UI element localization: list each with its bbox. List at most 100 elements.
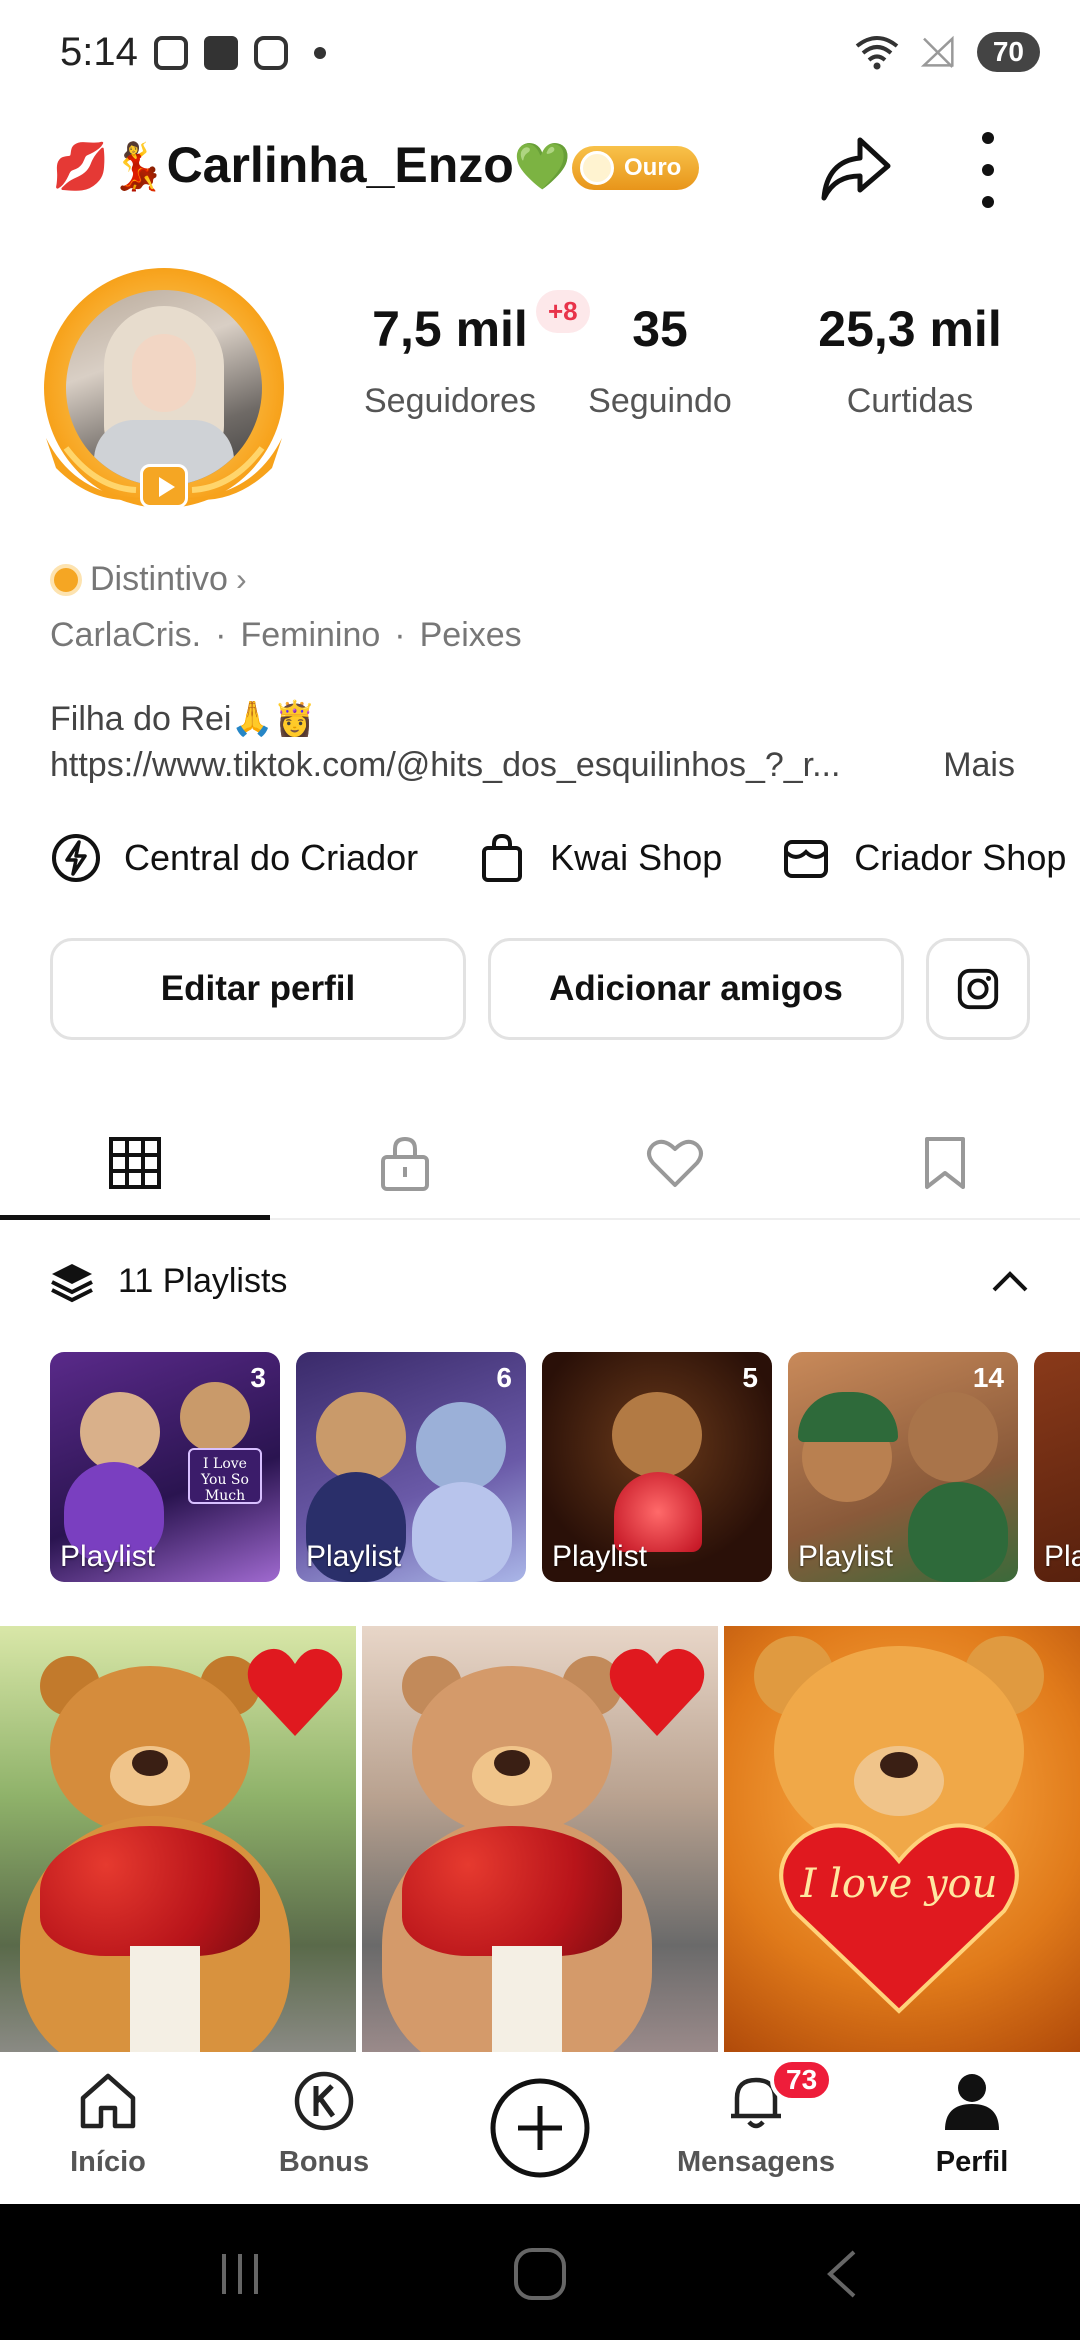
- zodiac-sign: Peixes: [419, 616, 522, 654]
- nav-profile-label: Perfil: [935, 2146, 1009, 2178]
- dancer-emoji: 💃: [109, 139, 167, 193]
- instagram-button[interactable]: [926, 938, 1030, 1040]
- bookmark-icon: [925, 1137, 965, 1189]
- playlist-card[interactable]: 5 Playlist: [542, 1352, 772, 1582]
- creator-shop-link[interactable]: Criador Shop: [780, 826, 1066, 890]
- creator-shop-label: Criador Shop: [854, 837, 1067, 878]
- bonus-k-icon: [294, 2071, 354, 2131]
- love-heart-text: I love you: [800, 1861, 998, 1907]
- system-navigation-bar: [0, 2204, 1080, 2340]
- likes-label: Curtidas: [846, 382, 974, 420]
- likes-stat[interactable]: 25,3 mil Curtidas: [800, 300, 1020, 421]
- profile-header: 💋💃Carlinha_Enzo💚 Ouro: [0, 120, 1080, 220]
- bio: Filha do Rei🙏👸 https://www.tiktok.com/@h…: [50, 696, 1050, 788]
- tab-liked[interactable]: [540, 1108, 810, 1218]
- shop-icon: [204, 36, 238, 70]
- instagram-icon: [957, 968, 999, 1010]
- chevron-up-icon[interactable]: [988, 1262, 1032, 1302]
- share-icon[interactable]: [816, 128, 896, 208]
- playlist-label: Playlist: [60, 1540, 156, 1573]
- tab-saved[interactable]: [810, 1108, 1080, 1218]
- playlist-card-sign: I Love You So Much: [188, 1448, 262, 1504]
- following-label: Seguindo: [588, 382, 732, 420]
- playlist-label: Playlist: [552, 1540, 648, 1573]
- profile-actions: Editar perfil Adicionar amigos: [50, 938, 1030, 1042]
- followers-stat[interactable]: 7,5 mil Seguidores +8: [340, 290, 590, 421]
- username-text: Carlinha_Enzo: [166, 137, 514, 193]
- lock-icon: [381, 1136, 429, 1191]
- level-badge-icon: [580, 151, 614, 185]
- home-icon: [80, 2073, 136, 2129]
- playlist-count: 14: [972, 1362, 1004, 1393]
- more-notifications-dot: [314, 47, 326, 59]
- shopping-bag-icon: [482, 833, 523, 882]
- likes-count: 25,3 mil: [818, 301, 1002, 357]
- home-button-icon[interactable]: [510, 2248, 570, 2300]
- profile-stats: 7,5 mil Seguidores +8 35 Seguindo 25,3 m…: [340, 290, 1060, 460]
- playlist-card[interactable]: 6 Playlist: [296, 1352, 526, 1582]
- instagram-status-icon: [254, 36, 288, 70]
- video-thumbnail[interactable]: [362, 1626, 718, 2052]
- heart-balloon-icon: [247, 1648, 343, 1736]
- create-plus-icon[interactable]: [488, 2076, 592, 2180]
- kwai-shop-link[interactable]: Kwai Shop: [476, 826, 722, 890]
- distintivo-label: Distintivo: [90, 560, 228, 598]
- bio-line-1: Filha do Rei🙏👸: [50, 700, 317, 738]
- playlist-label: Playlist: [1044, 1540, 1080, 1573]
- playlist-card[interactable]: Playlist: [1034, 1352, 1080, 1582]
- screenshot-icon: [154, 36, 188, 70]
- video-thumbnail[interactable]: [0, 1626, 356, 2052]
- playlist-card[interactable]: 14 Playlist: [788, 1352, 1018, 1582]
- more-options-icon[interactable]: [968, 132, 1008, 208]
- level-badge[interactable]: Ouro: [572, 146, 700, 190]
- status-system: 70: [853, 32, 1040, 72]
- layers-icon: [51, 1264, 93, 1303]
- heart-balloon-icon: [609, 1648, 705, 1736]
- nav-home-label: Início: [70, 2146, 146, 2178]
- distintivo-link[interactable]: Distintivo ›: [50, 560, 247, 599]
- username: 💋💃Carlinha_Enzo💚: [52, 136, 571, 194]
- playlist-card[interactable]: I Love You So Much 3 Playlist: [50, 1352, 280, 1582]
- bio-link[interactable]: https://www.tiktok.com/@hits_dos_esquili…: [50, 742, 840, 788]
- status-time: 5:14: [60, 30, 138, 74]
- video-grid: I love you: [0, 1626, 1080, 2052]
- store-icon: [784, 840, 829, 878]
- nav-profile[interactable]: Perfil: [864, 2052, 1080, 2204]
- creator-center-label: Central do Criador: [124, 837, 419, 878]
- playlists-header[interactable]: 11 Playlists: [0, 1240, 1080, 1326]
- heart-icon: [779, 1823, 1019, 2014]
- back-icon[interactable]: [814, 2248, 874, 2300]
- badge-icon: [50, 563, 82, 596]
- creator-tools-row: Central do Criador Kwai Shop Criador Sho…: [50, 826, 1080, 890]
- display-name: CarlaCris.: [50, 616, 202, 654]
- followers-label: Seguidores: [363, 382, 536, 420]
- lips-emoji: 💋: [52, 139, 110, 193]
- following-stat[interactable]: 35 Seguindo: [580, 300, 740, 421]
- tab-private[interactable]: [270, 1108, 540, 1218]
- video-thumbnail[interactable]: I love you: [724, 1626, 1080, 2052]
- bottom-nav: Início Bonus Mensagens 73 Perfil: [0, 2052, 1080, 2204]
- heart-icon: [647, 1139, 703, 1187]
- profile-meta: CarlaCris. · Feminino · Peixes: [50, 616, 522, 654]
- wifi-icon: [855, 36, 899, 70]
- status-notifications: [154, 36, 326, 70]
- playlist-label: Playlist: [798, 1540, 894, 1573]
- recent-apps-icon[interactable]: [210, 2248, 270, 2300]
- lightning-icon: [52, 834, 100, 882]
- nav-bonus[interactable]: Bonus: [216, 2052, 432, 2204]
- grid-icon: [109, 1137, 161, 1189]
- status-bar: 5:14 70: [0, 0, 1080, 110]
- battery-indicator: 70: [976, 32, 1040, 72]
- kwai-shop-label: Kwai Shop: [550, 837, 723, 878]
- bio-more-link[interactable]: Mais: [943, 742, 1015, 788]
- add-friends-button[interactable]: Adicionar amigos: [488, 938, 904, 1040]
- edit-profile-button[interactable]: Editar perfil: [50, 938, 466, 1040]
- nav-messages-label: Mensagens: [677, 2146, 835, 2178]
- creator-center-link[interactable]: Central do Criador: [50, 826, 418, 890]
- playlist-count: 3: [250, 1362, 266, 1393]
- playlist-label: Playlist: [306, 1540, 402, 1573]
- following-count: 35: [632, 301, 688, 357]
- tab-posts[interactable]: [0, 1108, 270, 1220]
- avatar[interactable]: [36, 268, 292, 524]
- nav-home[interactable]: Início: [0, 2052, 216, 2204]
